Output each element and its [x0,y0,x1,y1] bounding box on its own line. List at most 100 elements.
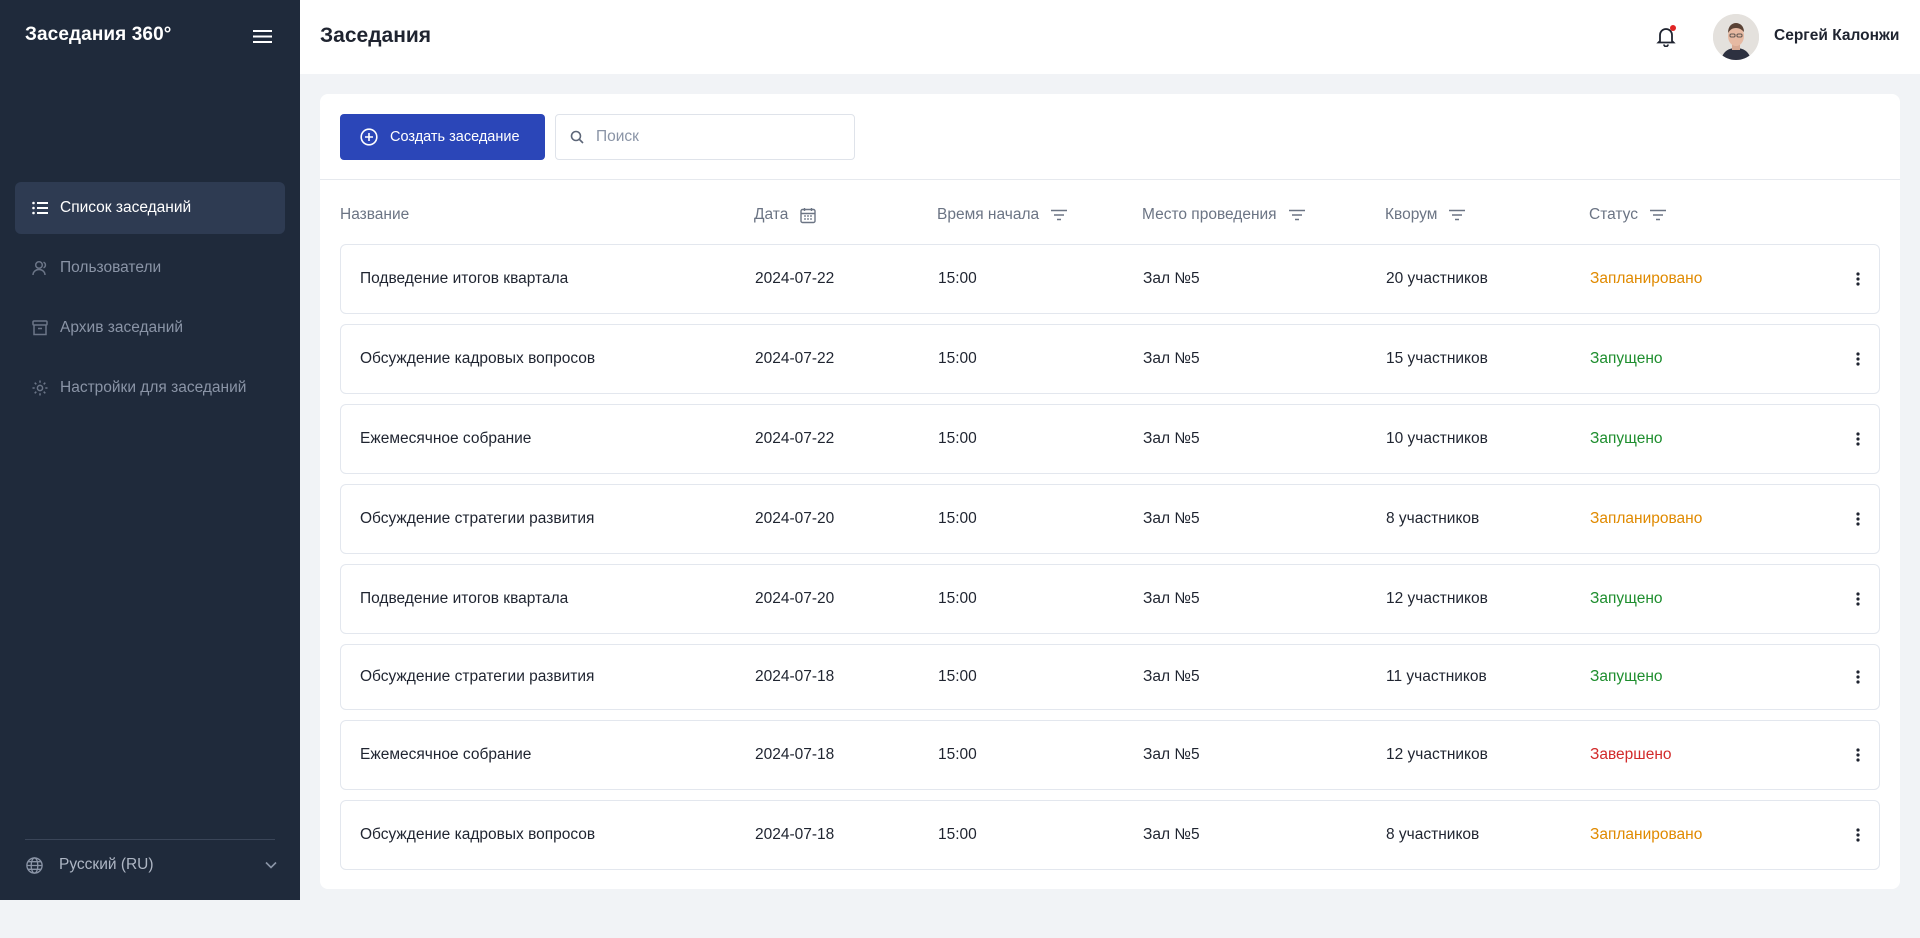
column-header-title: Название [340,198,409,232]
toolbar-divider [320,179,1900,180]
cell-title: Подведение итогов квартала [360,270,569,287]
create-meeting-button[interactable]: Создать заседание [340,114,545,160]
toolbar: Создать заседание [340,114,855,160]
search-box[interactable] [555,114,855,160]
status-badge: Запланировано [1590,510,1703,527]
top-header: Заседания Сергей Калонжи [300,0,1920,74]
status-badge: Запущено [1590,590,1663,607]
cell-date: 2024-07-20 [755,510,835,527]
user-name[interactable]: Сергей Калонжи [1774,27,1899,45]
cell-time: 15:00 [938,826,977,843]
cell-time: 15:00 [938,668,977,685]
table-row[interactable]: Подведение итогов квартала 2024-07-20 15… [340,564,1880,634]
sidebar-item-label: Настройки для заседаний [60,379,247,396]
column-header-status: Статус [1589,198,1666,232]
more-actions-icon[interactable] [1851,430,1865,448]
status-badge: Запланировано [1590,270,1703,287]
cell-place: Зал №5 [1143,270,1200,287]
more-actions-icon[interactable] [1851,826,1865,844]
table-row[interactable]: Ежемесячное собрание 2024-07-22 15:00 За… [340,404,1880,474]
more-actions-icon[interactable] [1851,590,1865,608]
sidebar-item-settings[interactable]: Настройки для заседаний [15,362,285,414]
cell-place: Зал №5 [1143,510,1200,527]
cell-place: Зал №5 [1143,746,1200,763]
column-header-quorum: Кворум [1385,198,1466,232]
status-badge: Запущено [1590,430,1663,447]
cell-place: Зал №5 [1143,430,1200,447]
table-row[interactable]: Обсуждение стратегии развития 2024-07-20… [340,484,1880,554]
more-actions-icon[interactable] [1851,350,1865,368]
notification-dot [1670,25,1676,31]
cell-date: 2024-07-22 [755,350,835,367]
more-actions-icon[interactable] [1851,668,1865,686]
table-row[interactable]: Подведение итогов квартала 2024-07-22 15… [340,244,1880,314]
cell-title: Обсуждение кадровых вопросов [360,826,596,843]
column-header-start-time: Время начала [937,198,1068,232]
cell-quorum: 8 участников [1386,510,1480,527]
filter-icon[interactable] [1051,209,1068,221]
table-row[interactable]: Обсуждение кадровых вопросов 2024-07-18 … [340,800,1880,870]
meetings-card: Создать заседание Название Дата Время на… [320,94,1900,889]
sidebar-nav: Список заседаний Пользователи Архив засе… [15,182,285,422]
cell-quorum: 15 участников [1386,350,1488,367]
archive-icon [31,319,49,337]
cell-quorum: 10 участников [1386,430,1488,447]
table-row[interactable]: Обсуждение стратегии развития 2024-07-18… [340,644,1880,710]
more-actions-icon[interactable] [1851,270,1865,288]
page-title: Заседания [320,24,432,47]
column-label: Место проведения [1142,206,1277,223]
filter-icon[interactable] [1650,209,1666,221]
status-badge: Запущено [1590,350,1663,367]
users-icon [31,259,49,277]
sidebar-divider [25,839,275,840]
table-row[interactable]: Ежемесячное собрание 2024-07-18 15:00 За… [340,720,1880,790]
column-label: Название [340,206,410,223]
sidebar-item-users[interactable]: Пользователи [15,242,285,294]
column-header-place: Место проведения [1142,198,1305,232]
menu-toggle-icon[interactable] [253,28,272,45]
create-meeting-label: Создать заседание [390,129,520,145]
cell-date: 2024-07-22 [755,270,835,287]
status-badge: Запланировано [1590,826,1703,843]
table-row[interactable]: Обсуждение кадровых вопросов 2024-07-22 … [340,324,1880,394]
status-badge: Запущено [1590,668,1663,685]
sidebar-item-label: Пользователи [60,259,162,276]
cell-quorum: 12 участников [1386,746,1488,763]
cell-date: 2024-07-22 [755,430,835,447]
search-icon [570,130,584,144]
avatar[interactable] [1713,14,1759,60]
cell-title: Ежемесячное собрание [360,430,532,447]
cell-time: 15:00 [938,430,977,447]
column-label: Статус [1589,206,1638,223]
calendar-icon[interactable] [800,207,817,224]
sidebar-item-archive[interactable]: Архив заседаний [15,302,285,354]
filter-icon[interactable] [1449,209,1466,221]
sidebar-item-meetings-list[interactable]: Список заседаний [15,182,285,234]
search-input[interactable] [596,128,826,146]
more-actions-icon[interactable] [1851,510,1865,528]
cell-date: 2024-07-18 [755,826,835,843]
language-selector[interactable]: Русский (RU) [25,852,277,878]
cell-quorum: 20 участников [1386,270,1488,287]
cell-time: 15:00 [938,590,977,607]
filter-icon[interactable] [1288,209,1305,221]
settings-icon [31,379,49,397]
cell-title: Обсуждение кадровых вопросов [360,350,596,367]
cell-title: Обсуждение стратегии развития [360,668,595,685]
list-icon [31,199,49,217]
notifications-bell-icon[interactable] [1655,25,1677,48]
plus-circle-icon [360,128,378,146]
cell-time: 15:00 [938,350,977,367]
cell-time: 15:00 [938,746,977,763]
status-badge: Завершено [1590,746,1672,763]
cell-quorum: 8 участников [1386,826,1480,843]
cell-place: Зал №5 [1143,350,1200,367]
sidebar-item-label: Список заседаний [60,199,192,216]
cell-date: 2024-07-20 [755,590,835,607]
cell-title: Ежемесячное собрание [360,746,532,763]
app-brand: Заседания 360° [25,24,172,45]
cell-date: 2024-07-18 [755,668,835,685]
cell-quorum: 11 участников [1386,668,1487,685]
more-actions-icon[interactable] [1851,746,1865,764]
table-header: Название Дата Время начала Место проведе… [340,198,1880,232]
